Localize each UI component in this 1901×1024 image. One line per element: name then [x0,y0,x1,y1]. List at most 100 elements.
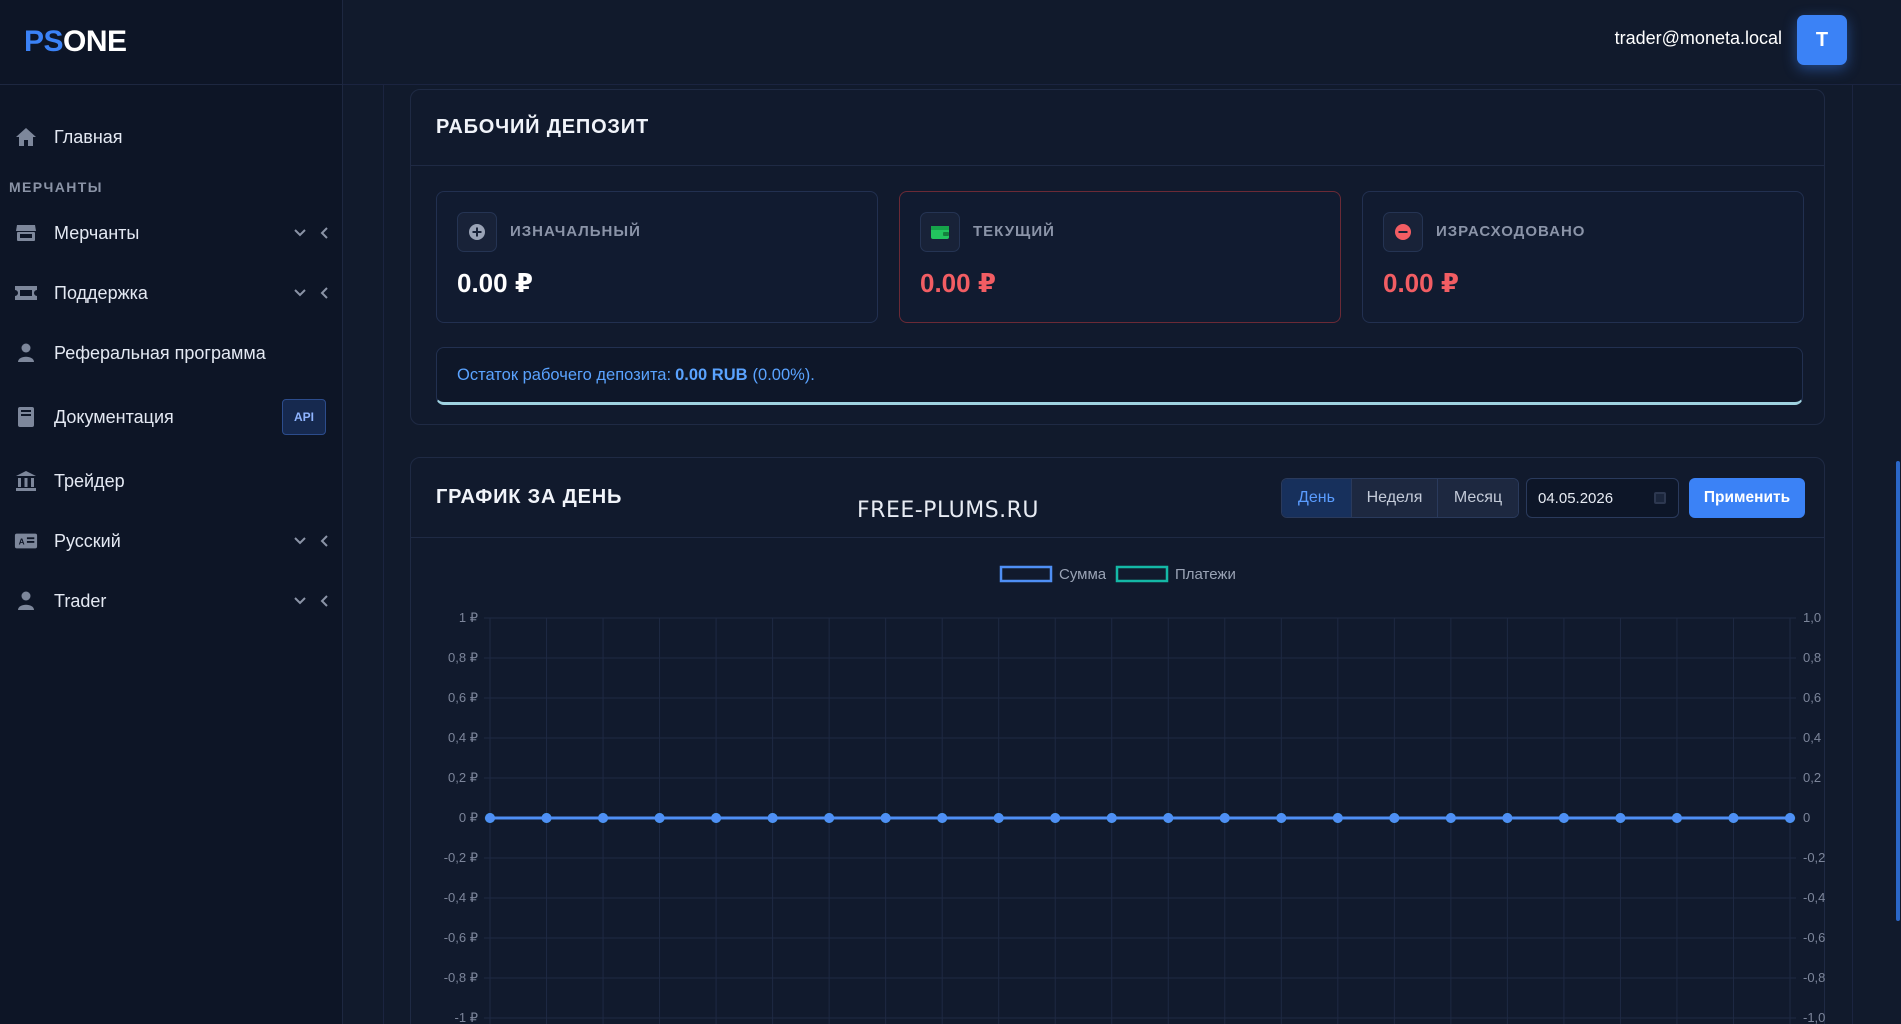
legend-label[interactable]: Сумма [1059,566,1107,583]
user-icon [14,589,38,613]
calendar-icon[interactable] [1654,492,1666,504]
data-point[interactable] [824,813,835,823]
y-right-tick-label: -0,2 [1803,850,1825,865]
watermark: FREE-PLUMS.RU [857,498,1040,523]
remaining-deposit-alert: Остаток рабочего депозита: 0.00 RUB (0.0… [436,347,1803,405]
data-point[interactable] [1389,813,1400,823]
range-week-button[interactable]: Неделя [1352,479,1438,517]
y-left-tick-label: -0,4 ₽ [444,890,478,905]
stat-current: ТЕКУЩИЙ 0.00 ₽ [899,191,1341,323]
data-point[interactable] [1050,813,1061,823]
remaining-percent: (0.00%). [752,365,815,384]
top-bar: trader@moneta.local T [343,0,1901,85]
scrollbar-thumb[interactable] [1896,461,1900,921]
chevron-left-icon[interactable] [320,595,328,607]
data-point[interactable] [711,813,722,823]
stat-label: ИЗРАСХОДОВАНО [1436,223,1586,240]
date-input[interactable]: 04.05.2026 [1526,478,1679,518]
sidebar-item-merchants[interactable]: Мерчанты [0,203,342,263]
date-value: 04.05.2026 [1538,489,1614,507]
brand-logo[interactable]: PS ONE [0,0,342,85]
y-right-tick-label: 0 [1803,810,1810,825]
chevron-down-icon[interactable] [294,229,306,237]
chevron-left-icon[interactable] [320,535,328,547]
stat-value: 0.00 ₽ [920,268,996,298]
scrollbar[interactable] [1895,85,1901,1024]
sidebar-item-support[interactable]: Поддержка [0,263,342,323]
y-left-tick-label: 1 ₽ [459,610,478,625]
chart-card: ГРАФИК ЗА ДЕНЬ FREE-PLUMS.RU День Неделя… [410,457,1825,1024]
y-left-tick-label: 0,8 ₽ [448,650,478,665]
stat-label: ТЕКУЩИЙ [973,223,1055,240]
bank-icon [14,469,38,493]
data-point[interactable] [541,813,552,823]
data-point[interactable] [880,813,891,823]
y-right-tick-label: 0,2 [1803,770,1821,785]
y-left-tick-label: 0,4 ₽ [448,730,478,745]
data-point[interactable] [1502,813,1513,823]
y-right-tick-label: -0,4 [1803,890,1825,905]
stat-value: 0.00 ₽ [457,268,533,298]
legend-label[interactable]: Платежи [1175,566,1236,583]
sidebar-item-label: Трейдер [54,470,125,491]
remaining-label: Остаток рабочего депозита: [457,365,672,384]
sidebar-item-label: Мерчанты [54,222,140,243]
data-point[interactable] [993,813,1004,823]
range-selector: День Неделя Месяц [1281,478,1519,518]
y-right-tick-label: 0,6 [1803,690,1821,705]
legend-swatch[interactable] [999,565,1053,583]
range-day-button[interactable]: День [1282,479,1352,517]
data-point[interactable] [937,813,948,823]
data-point[interactable] [598,813,609,823]
data-point[interactable] [1728,813,1739,823]
app-root: PS ONE Главная МЕРЧАНТЫ Мерчанты Поддерж… [0,0,1901,1024]
apply-button[interactable]: Применить [1689,478,1805,518]
api-badge: API [282,399,326,435]
chevron-down-icon[interactable] [294,597,306,605]
chevron-down-icon[interactable] [294,537,306,545]
y-left-tick-label: -0,6 ₽ [444,930,478,945]
y-left-tick-label: 0 ₽ [459,810,478,825]
sidebar-item-language[interactable]: A Русский [0,511,342,571]
y-left-tick-label: -0,8 ₽ [444,970,478,985]
data-point[interactable] [1671,813,1682,823]
sidebar-item-label: Русский [54,530,121,551]
range-month-button[interactable]: Месяц [1438,479,1518,517]
store-icon [14,221,38,245]
data-point[interactable] [1219,813,1230,823]
sidebar-item-trader[interactable]: Трейдер [0,451,342,511]
chevron-left-icon[interactable] [320,227,328,239]
svg-text:A: A [19,537,25,547]
sidebar-item-referral[interactable]: Реферальная программа [0,323,342,383]
chevron-down-icon[interactable] [294,289,306,297]
data-point[interactable] [1332,813,1343,823]
data-point[interactable] [1615,813,1626,823]
sidebar-nav: Главная МЕРЧАНТЫ Мерчанты Поддержка Рефе… [0,85,342,631]
sidebar-item-label: Trader [54,590,107,611]
data-point[interactable] [485,813,495,823]
data-point[interactable] [1106,813,1117,823]
user-email[interactable]: trader@moneta.local [1615,28,1782,49]
data-point[interactable] [1785,813,1795,823]
y-left-tick-label: 0,2 ₽ [448,770,478,785]
main-content: РАБОЧИЙ ДЕПОЗИТ ИЗНАЧАЛЬНЫЙ 0.00 ₽ ТЕКУЩ… [343,85,1895,1024]
book-icon [14,405,38,429]
plus-circle-icon [457,212,497,252]
data-point[interactable] [1163,813,1174,823]
data-point[interactable] [767,813,778,823]
sidebar-item-docs[interactable]: Документация API [0,383,342,451]
sidebar-item-user[interactable]: Trader [0,571,342,631]
data-point[interactable] [1445,813,1456,823]
data-point[interactable] [1558,813,1569,823]
data-point[interactable] [1276,813,1287,823]
data-point[interactable] [654,813,665,823]
sidebar-section-title: МЕРЧАНТЫ [9,179,103,195]
sidebar: PS ONE Главная МЕРЧАНТЫ Мерчанты Поддерж… [0,0,343,1024]
stat-label: ИЗНАЧАЛЬНЫЙ [510,223,641,240]
chevron-left-icon[interactable] [320,287,328,299]
sidebar-item-home[interactable]: Главная [0,107,342,167]
legend-swatch[interactable] [1115,565,1169,583]
y-right-tick-label: 0,4 [1803,730,1821,745]
sidebar-item-label: Поддержка [54,282,148,303]
avatar[interactable]: T [1797,15,1847,65]
